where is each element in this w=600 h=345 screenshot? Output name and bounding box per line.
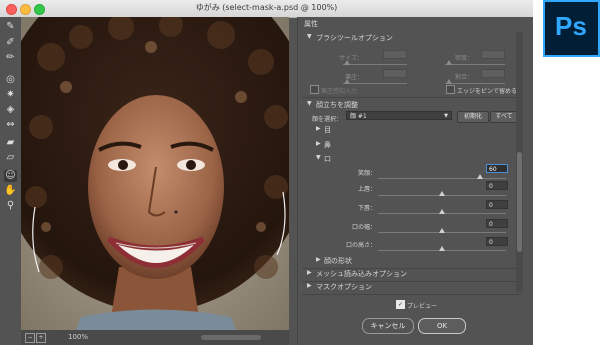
zoom-out-button[interactable]: − — [25, 333, 35, 343]
smile-label: 笑顔： — [357, 170, 376, 177]
load-mesh-label: メッシュ読み込みオプション — [316, 270, 407, 278]
select-face-value: 顔 #1 — [350, 113, 367, 120]
all-button[interactable]: すべて — [490, 111, 518, 123]
select-face-dropdown[interactable]: 顔 #1 ▼ — [346, 111, 452, 120]
pin-edges-label: エッジをピンで留める — [457, 88, 518, 95]
mouth-width-label: 口の幅： — [351, 224, 376, 231]
mask-options-header[interactable]: ▶ マスクオプション — [298, 281, 522, 293]
reset-button[interactable]: 初期化 — [457, 111, 489, 123]
panel-scrollbar-thumb[interactable] — [517, 152, 522, 252]
mask-options-label: マスクオプション — [316, 283, 372, 291]
collapsed-triangle-icon: ▶ — [316, 125, 321, 132]
collapsed-triangle-icon: ▶ — [307, 282, 312, 289]
brush-options-label: ブラシツールオプション — [316, 34, 393, 42]
panel-scrollbar[interactable] — [516, 32, 523, 292]
window-title: ゆがみ (select-mask-a.psd @ 100%) — [195, 3, 338, 12]
lower-lip-label: 下唇： — [357, 205, 376, 212]
zoom-level[interactable]: 100% — [68, 333, 88, 341]
face-shape-group-header[interactable]: ▶ 顔の形状 — [298, 255, 522, 267]
eyes-label: 目 — [324, 126, 331, 134]
mouth-width-field[interactable]: 0 — [486, 219, 508, 228]
title-bar: ゆがみ (select-mask-a.psd @ 100%) — [0, 0, 533, 18]
lower-lip-slider-thumb[interactable] — [439, 209, 445, 214]
upper-lip-slider-thumb[interactable] — [439, 191, 445, 196]
mouth-width-slider-thumb[interactable] — [439, 228, 445, 233]
density-slider[interactable] — [445, 64, 505, 65]
nose-label: 鼻 — [324, 141, 331, 149]
size-slider-thumb[interactable] — [344, 60, 350, 65]
upper-lip-field[interactable]: 0 — [486, 181, 508, 190]
zoom-in-button[interactable]: + — [36, 333, 46, 343]
face-tool-icon[interactable]: ☺ — [4, 170, 17, 182]
thaw-mask-icon[interactable]: ▱ — [4, 152, 17, 164]
reconstruct-icon[interactable]: ✐ — [4, 37, 17, 49]
preview-label: プレビュー — [407, 303, 438, 310]
bloat-icon[interactable]: ◈ — [4, 104, 17, 116]
size-field[interactable] — [383, 50, 407, 59]
pin-edges-checkbox[interactable] — [446, 85, 455, 94]
panel-title: 属性 — [304, 20, 318, 28]
twirl-icon[interactable]: ◎ — [4, 74, 17, 86]
rate-field[interactable] — [481, 69, 505, 78]
status-bar: − + 100% — [21, 330, 289, 345]
hand-icon[interactable]: ✋ — [4, 185, 17, 197]
face-shape-label: 顔の形状 — [324, 257, 352, 265]
size-slider[interactable] — [343, 64, 407, 65]
brush-options-header[interactable]: ▼ ブラシツールオプション — [298, 32, 522, 44]
rate-slider[interactable] — [445, 83, 505, 84]
canvas-scrollbar[interactable] — [201, 335, 261, 340]
rate-slider-thumb[interactable] — [446, 79, 452, 84]
face-aware-header[interactable]: ▼ 顔立ちを調整 — [298, 99, 522, 111]
mouth-label: 口 — [324, 155, 331, 163]
smile-slider-thumb[interactable] — [477, 174, 484, 179]
collapsed-triangle-icon: ▶ — [307, 269, 312, 276]
density-slider-thumb[interactable] — [446, 60, 452, 65]
preview-checkbox[interactable]: ✓ — [396, 300, 405, 309]
photoshop-logo-text: Ps — [555, 11, 587, 41]
size-label: サイズ： — [339, 55, 363, 62]
expanded-triangle-icon: ▼ — [307, 100, 312, 107]
liquify-window: ゆがみ (select-mask-a.psd @ 100%) ✎ ✐ ✏ ◎ ✷… — [0, 0, 533, 345]
portrait-photo — [21, 17, 289, 330]
mouth-height-label: 口の高さ： — [345, 242, 376, 249]
lower-lip-field[interactable]: 0 — [486, 200, 508, 209]
freeze-mask-icon[interactable]: ▰ — [4, 137, 17, 149]
properties-panel: 属性 ▼ ブラシツールオプション サイズ： 密度： 筆圧： 割合： 筆圧感知入力… — [297, 17, 533, 345]
pressure-label: 筆圧： — [344, 74, 363, 81]
load-mesh-header[interactable]: ▶ メッシュ読み込みオプション — [298, 268, 522, 280]
pressure-slider[interactable] — [343, 83, 407, 84]
pressure-slider-thumb[interactable] — [344, 79, 350, 84]
smooth-icon[interactable]: ✏ — [4, 52, 17, 64]
collapsed-triangle-icon: ▶ — [316, 140, 321, 147]
mouth-height-slider-thumb[interactable] — [439, 246, 445, 251]
divider — [302, 97, 522, 98]
divider — [302, 294, 522, 295]
expanded-triangle-icon: ▼ — [316, 154, 321, 161]
stylus-label: 筆圧感知入力 — [321, 88, 358, 95]
chevron-down-icon: ▼ — [444, 113, 448, 119]
pucker-icon[interactable]: ✷ — [4, 89, 17, 101]
smile-slider[interactable] — [378, 178, 506, 179]
density-field[interactable] — [481, 50, 505, 59]
ok-button[interactable]: OK — [418, 318, 466, 334]
nose-group-header[interactable]: ▶ 鼻 — [298, 139, 522, 151]
upper-lip-label: 上唇： — [357, 186, 376, 193]
image-canvas[interactable] — [21, 17, 289, 330]
expanded-triangle-icon: ▼ — [307, 33, 312, 40]
photoshop-logo: Ps — [543, 0, 600, 57]
eyes-group-header[interactable]: ▶ 目 — [298, 124, 522, 136]
collapsed-triangle-icon: ▶ — [316, 256, 321, 263]
select-face-label: 顔を選択： — [311, 116, 342, 123]
tool-bar: ✎ ✐ ✏ ◎ ✷ ◈ ⇔ ▰ ▱ ☺ ✋ ⚲ — [0, 17, 22, 345]
face-aware-label: 顔立ちを調整 — [316, 101, 358, 109]
pressure-field[interactable] — [383, 69, 407, 78]
push-left-icon[interactable]: ⇔ — [4, 119, 17, 131]
cancel-button[interactable]: キャンセル — [362, 318, 414, 334]
forward-warp-icon[interactable]: ✎ — [4, 21, 17, 33]
stylus-checkbox[interactable] — [310, 85, 319, 94]
zoom-icon[interactable]: ⚲ — [4, 200, 17, 212]
smile-field[interactable]: 60 — [486, 164, 508, 173]
mouth-height-field[interactable]: 0 — [486, 237, 508, 246]
